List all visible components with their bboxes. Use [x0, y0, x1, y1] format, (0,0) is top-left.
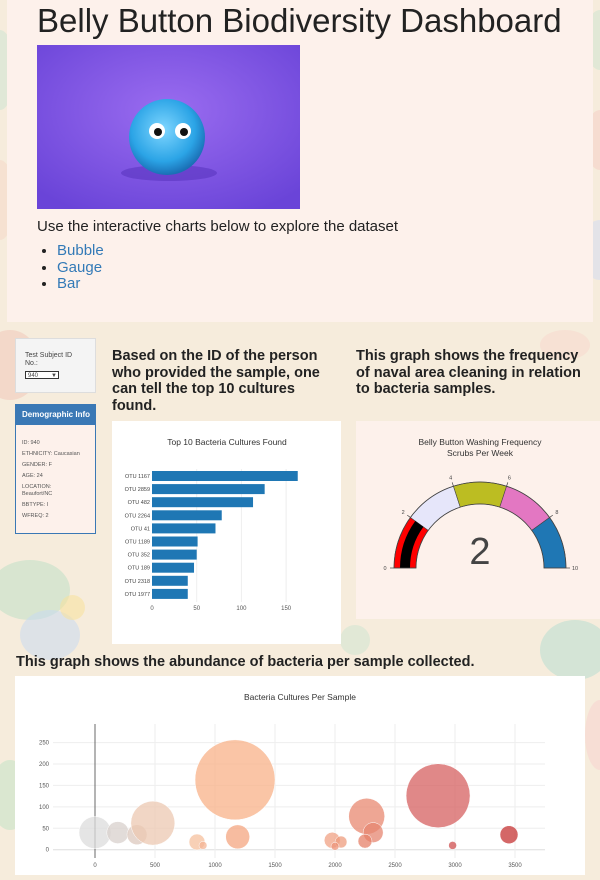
bar-mark: [152, 575, 188, 586]
bar-mark: [152, 523, 216, 534]
bubble-x-tick-label: 2500: [388, 863, 402, 869]
gauge-chart[interactable]: Belly Button Washing Frequency Scrubs Pe…: [356, 421, 600, 619]
bubble-x-tick-label: 2000: [328, 863, 342, 869]
demo-row: ETHNICITY: Caucasian: [22, 451, 80, 457]
bar-y-tick-label: OTU 352: [128, 553, 150, 559]
bar-mark: [152, 497, 254, 508]
subject-id-value: 940: [28, 373, 39, 379]
gauge-caption: This graph shows the frequency of naval …: [356, 348, 581, 397]
bar-y-tick-label: OTU 1167: [125, 474, 150, 480]
link-gauge[interactable]: Gauge: [57, 259, 102, 276]
bar-mark: [152, 549, 197, 560]
gauge-chart-card: Belly Button Washing Frequency Scrubs Pe…: [356, 421, 600, 619]
bubble-mark: [78, 816, 112, 849]
bar-x-tick-label: 50: [193, 606, 200, 612]
gauge-tick-label: 10: [572, 566, 578, 572]
subject-selector-label: Test Subject ID No.:: [25, 352, 73, 367]
bar-x-tick-label: 150: [281, 606, 292, 612]
bubble-y-tick-label: 0: [46, 848, 50, 854]
bubble-mark: [130, 800, 176, 846]
bubble-mark: [330, 842, 340, 851]
gauge-tick-label: 6: [508, 476, 511, 482]
bubble-chart-title: Bacteria Cultures Per Sample: [244, 692, 356, 702]
subject-selector-panel: Test Subject ID No.: 940 ▼: [15, 338, 96, 393]
bar-mark: [152, 562, 195, 573]
lead-text: Use the interactive charts below to expl…: [37, 218, 399, 235]
demo-row: BBTYPE: I: [22, 502, 49, 508]
bar-y-tick-label: OTU 2859: [125, 487, 150, 493]
bar-caption: Based on the ID of the person who provid…: [112, 348, 320, 414]
bubble-y-tick-label: 50: [42, 826, 49, 832]
bubble-x-tick-label: 3000: [448, 863, 462, 869]
demo-row: WFREQ: 2: [22, 513, 49, 519]
bar-chart-title: Top 10 Bacteria Cultures Found: [167, 437, 287, 447]
header-jumbotron: Belly Button Biodiversity Dashboard Use …: [7, 0, 593, 322]
bubble-x-tick-label: 1000: [208, 863, 222, 869]
bar-y-tick-label: OTU 2318: [125, 579, 150, 585]
gauge-tick: [549, 514, 554, 518]
bar-x-tick-label: 0: [150, 606, 154, 612]
bar-chart-card: Top 10 Bacteria Cultures Found 0 50 100 150…: [112, 421, 341, 644]
bar-mark: [152, 484, 265, 495]
bubble-y-tick-label: 250: [39, 741, 50, 747]
gauge-step: [453, 481, 507, 508]
subject-id-select[interactable]: 940 ▼: [25, 371, 59, 379]
demographic-title: Demographic Info: [16, 405, 95, 425]
bubble-mark: [106, 821, 130, 844]
demographic-body: ID: 940 ETHNICITY: Caucasian GENDER: F A…: [16, 425, 95, 522]
demo-row: AGE: 24: [22, 473, 43, 479]
gauge-subtitle: Scrubs Per Week: [447, 448, 514, 458]
gauge-tick: [506, 482, 509, 487]
bubble-y-tick-label: 200: [39, 762, 50, 768]
gauge-tick: [451, 482, 454, 487]
hero-image: [37, 45, 300, 209]
demo-row: ID: 940: [22, 440, 40, 446]
demo-row: LOCATION: Beaufort/NC: [22, 484, 53, 497]
page-title: Belly Button Biodiversity Dashboard: [37, 2, 562, 39]
demographic-panel: Demographic Info ID: 940 ETHNICITY: Cauc…: [15, 404, 96, 534]
bar-y-tick-label: OTU 1189: [125, 540, 150, 546]
gauge-tick-label: 2: [402, 510, 405, 516]
bubble-y-tick-label: 150: [39, 783, 50, 789]
link-bar[interactable]: Bar: [57, 275, 80, 292]
bubble-mark: [499, 825, 519, 844]
gauge-tick-label: 4: [449, 476, 452, 482]
bubble-x-tick-label: 0: [93, 863, 97, 869]
chevron-down-icon: ▼: [51, 373, 57, 379]
bubble-mark: [448, 841, 457, 850]
bubble-chart-card: Bacteria Cultures Per Sample 0 50 100 150 20…: [15, 676, 585, 875]
bar-y-tick-label: OTU 189: [128, 566, 150, 572]
gauge-tick: [406, 514, 411, 518]
bar-x-tick-label: 100: [236, 606, 247, 612]
bar-y-tick-label: OTU 41: [131, 526, 150, 532]
gauge-tick-label: 0: [383, 566, 386, 572]
bar-mark: [152, 588, 188, 599]
gauge-value: 2: [469, 531, 490, 573]
bar-chart[interactable]: Top 10 Bacteria Cultures Found 0 50 100 150…: [112, 421, 341, 644]
bubble-caption: This graph shows the abundance of bacter…: [16, 654, 475, 670]
demo-row: GENDER: F: [22, 462, 52, 468]
bubble-mark: [405, 763, 471, 828]
bubble-x-tick-label: 500: [150, 863, 161, 869]
bubble-x-tick-label: 1500: [268, 863, 282, 869]
bar-mark: [152, 471, 298, 481]
bar-y-tick-label: OTU 2264: [125, 513, 150, 519]
bubble-chart[interactable]: Bacteria Cultures Per Sample 0 50 100 150 20…: [15, 676, 585, 875]
link-bubble[interactable]: Bubble: [57, 242, 104, 259]
gauge-title: Belly Button Washing Frequency: [419, 437, 543, 447]
bar-mark: [152, 536, 198, 547]
gauge-tick-label: 8: [555, 510, 558, 516]
bubble-y-tick-label: 100: [39, 805, 50, 811]
bar-y-tick-label: OTU 482: [128, 500, 150, 506]
bubble-mark: [198, 841, 208, 850]
bar-mark: [152, 510, 222, 521]
bubble-mark: [194, 739, 276, 821]
bar-y-tick-label: OTU 1977: [125, 592, 150, 598]
bubble-mark: [225, 824, 250, 850]
bubble-mark: [357, 833, 373, 849]
bubble-x-tick-label: 3500: [508, 863, 522, 869]
chart-links: Bubble Gauge Bar: [39, 242, 104, 293]
